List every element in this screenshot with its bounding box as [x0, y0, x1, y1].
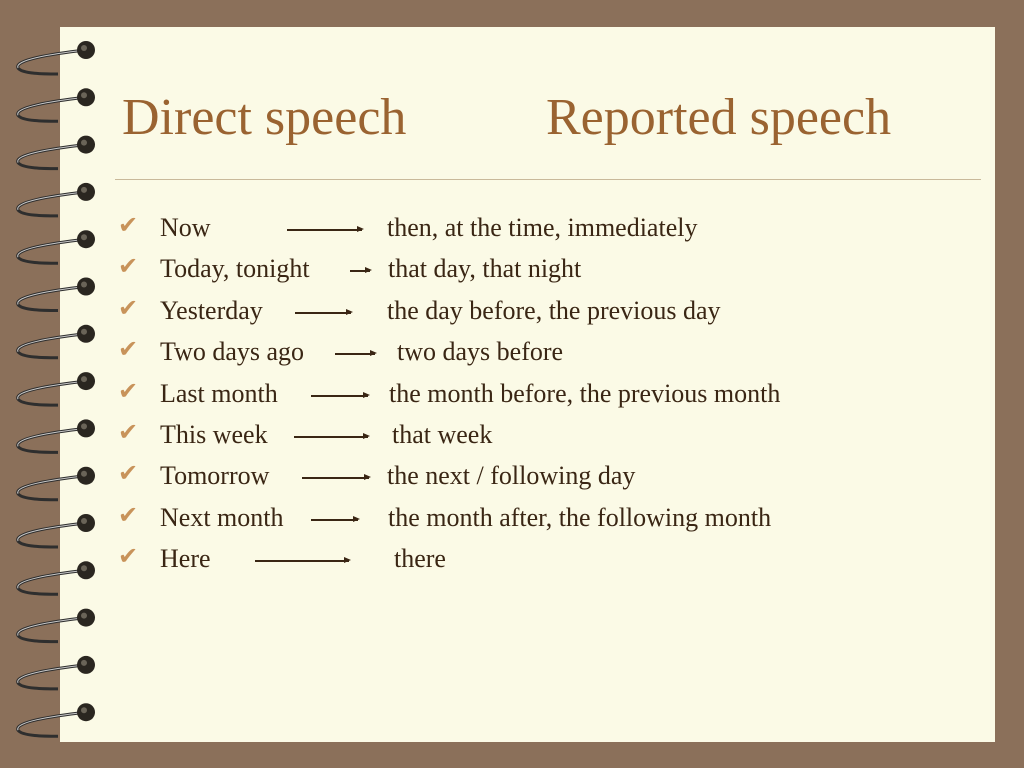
direct-speech-term: Yesterday: [160, 296, 263, 325]
arrow-right-icon: [287, 226, 364, 232]
arrow-right-icon: [350, 267, 372, 273]
reported-speech-heading: Reported speech: [546, 89, 892, 146]
direct-speech-term: Last month: [160, 379, 278, 408]
checkmark-icon: ✔: [118, 461, 139, 487]
direct-speech-term: This week: [160, 420, 268, 449]
reported-speech-term: there: [394, 544, 446, 573]
reported-speech-term: two days before: [397, 337, 564, 366]
direct-speech-term: Today, tonight: [160, 254, 310, 283]
arrow-right-icon: [294, 433, 370, 439]
reported-speech-term: that day, that night: [388, 254, 582, 283]
checkmark-icon: ✔: [118, 296, 139, 322]
checkmark-icon: ✔: [118, 420, 139, 446]
checkmark-icon: ✔: [118, 544, 139, 570]
checkmark-icon: ✔: [118, 254, 139, 280]
direct-speech-term: Next month: [160, 503, 284, 532]
reported-speech-term: then, at the time, immediately: [387, 213, 698, 242]
direct-speech-term: Tomorrow: [160, 461, 270, 490]
reported-speech-term: the next / following day: [387, 461, 636, 490]
direct-speech-term: Here: [160, 544, 211, 573]
checkmark-icon: ✔: [118, 503, 139, 529]
direct-speech-term: Two days ago: [160, 337, 305, 366]
arrow-right-icon: [335, 350, 377, 356]
checkmark-icon: ✔: [118, 213, 139, 239]
checkmark-icon: ✔: [118, 337, 139, 363]
reported-speech-term: the day before, the previous day: [387, 296, 721, 325]
direct-speech-heading: Direct speech: [122, 89, 407, 146]
title-divider: [115, 179, 981, 180]
arrow-right-icon: [311, 392, 370, 398]
reported-speech-term: that week: [392, 420, 493, 449]
reported-speech-term: the month before, the previous month: [389, 379, 781, 408]
arrow-right-icon: [311, 516, 360, 522]
direct-speech-term: Now: [160, 213, 211, 242]
arrow-right-icon: [295, 309, 353, 315]
arrow-right-icon: [302, 474, 371, 480]
checkmark-icon: ✔: [118, 379, 139, 405]
spiral-binding-icon: [16, 41, 95, 738]
arrow-right-icon: [255, 557, 351, 563]
reported-speech-term: the month after, the following month: [388, 503, 772, 532]
